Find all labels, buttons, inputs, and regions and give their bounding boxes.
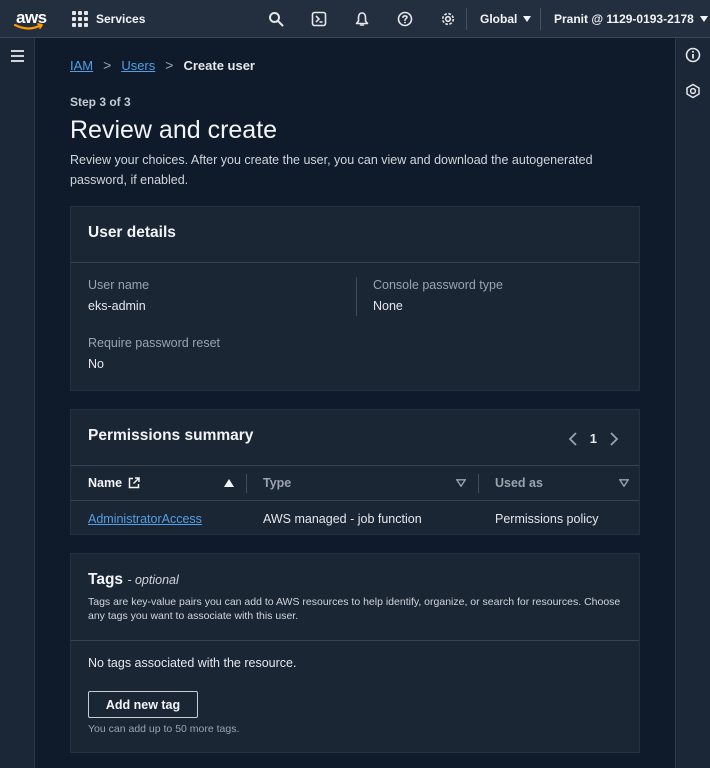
search-icon bbox=[268, 12, 283, 27]
help-icon bbox=[397, 11, 412, 27]
breadcrumb-users-link[interactable]: Users bbox=[121, 58, 155, 73]
help-button[interactable] bbox=[383, 0, 426, 38]
feedback-icon[interactable] bbox=[685, 83, 701, 99]
user-details-title: User details bbox=[88, 224, 176, 241]
tags-panel: Tags - optional Tags are key-value pairs… bbox=[70, 553, 640, 753]
column-label: Used as bbox=[495, 476, 543, 490]
policy-name-cell: AdministratorAccess bbox=[88, 512, 202, 526]
region-label: Global bbox=[480, 12, 518, 26]
left-navigation-rail bbox=[0, 38, 35, 768]
user-details-panel: User details User name eks-admin Console… bbox=[70, 206, 640, 391]
chevron-right-icon: > bbox=[103, 57, 112, 73]
chevron-right-icon: > bbox=[165, 57, 174, 73]
breadcrumb-iam-link[interactable]: IAM bbox=[70, 58, 93, 73]
column-divider bbox=[356, 277, 357, 316]
external-link-icon bbox=[128, 477, 140, 489]
tags-description: Tags are key-value pairs you can add to … bbox=[88, 596, 621, 622]
aws-logo[interactable]: aws bbox=[14, 4, 58, 34]
divider bbox=[71, 640, 639, 641]
policy-used-as-cell: Permissions policy bbox=[495, 512, 599, 526]
apps-grid-icon bbox=[72, 10, 88, 27]
services-label: Services bbox=[96, 11, 146, 26]
add-new-tag-button[interactable]: Add new tag bbox=[88, 691, 198, 718]
permissions-summary-panel: Permissions summary 1 Name Type Used as … bbox=[70, 409, 640, 535]
settings-icon bbox=[441, 12, 454, 26]
main-content: IAM > Users > Create user Step 3 of 3 Re… bbox=[36, 38, 675, 768]
no-tags-message: No tags associated with the resource. bbox=[88, 656, 297, 670]
sort-descending-icon bbox=[619, 479, 629, 487]
tags-title-text: Tags bbox=[88, 571, 124, 588]
table-header: Name Type Used as bbox=[71, 465, 639, 501]
column-header-name[interactable]: Name bbox=[88, 465, 238, 501]
sort-descending-icon bbox=[456, 479, 466, 487]
column-divider bbox=[478, 474, 479, 493]
policy-link[interactable]: AdministratorAccess bbox=[88, 512, 202, 526]
column-divider bbox=[246, 474, 247, 493]
breadcrumb-current: Create user bbox=[183, 57, 255, 73]
user-name-label: User name bbox=[88, 278, 150, 292]
region-selector[interactable]: Global bbox=[480, 0, 532, 38]
chevron-right-icon[interactable] bbox=[609, 431, 619, 446]
cloudshell-icon bbox=[311, 11, 326, 27]
account-label: Pranit @ 1129-0193-2178 bbox=[554, 12, 694, 26]
tags-title: Tags - optional bbox=[88, 571, 179, 589]
step-indicator: Step 3 of 3 bbox=[70, 95, 131, 109]
console-password-type-label: Console password type bbox=[373, 278, 503, 292]
nav-divider bbox=[466, 8, 467, 30]
caret-down-icon bbox=[523, 16, 532, 22]
tags-limit-hint: You can add up to 50 more tags. bbox=[88, 723, 240, 735]
nav-divider bbox=[540, 8, 541, 30]
top-navigation-bar: aws Services Global Pranit @ 1129-0193-2… bbox=[0, 0, 710, 38]
user-name-value: eks-admin bbox=[88, 299, 146, 313]
column-header-used-as[interactable]: Used as bbox=[495, 465, 630, 501]
tags-optional-label: - optional bbox=[127, 573, 179, 587]
settings-button[interactable] bbox=[426, 0, 469, 38]
cloudshell-button[interactable] bbox=[297, 0, 340, 38]
info-icon[interactable] bbox=[685, 47, 701, 63]
user-details-body: User name eks-admin Console password typ… bbox=[71, 263, 639, 391]
page-number[interactable]: 1 bbox=[590, 431, 597, 446]
permissions-summary-title: Permissions summary bbox=[88, 427, 254, 444]
services-menu-button[interactable]: Services bbox=[72, 0, 145, 38]
page-title: Review and create bbox=[70, 116, 278, 144]
sort-ascending-icon bbox=[224, 479, 234, 487]
user-details-header: User details bbox=[71, 207, 639, 263]
require-password-reset-value: No bbox=[88, 357, 104, 371]
aws-smile-icon bbox=[14, 22, 43, 30]
pagination: 1 bbox=[568, 431, 619, 446]
require-password-reset-label: Require password reset bbox=[88, 336, 221, 350]
nav-icon-group bbox=[254, 0, 469, 38]
column-label: Name bbox=[88, 476, 123, 490]
page-description: Review your choices. After you create th… bbox=[70, 153, 593, 187]
menu-icon[interactable] bbox=[11, 50, 24, 65]
notifications-button[interactable] bbox=[340, 0, 383, 38]
right-tools-rail bbox=[675, 38, 710, 768]
console-password-type-value: None bbox=[373, 299, 403, 313]
chevron-left-icon[interactable] bbox=[568, 431, 578, 446]
account-menu[interactable]: Pranit @ 1129-0193-2178 bbox=[554, 0, 708, 38]
notifications-icon bbox=[355, 12, 368, 26]
column-header-type[interactable]: Type bbox=[263, 465, 468, 501]
column-label: Type bbox=[263, 476, 292, 490]
search-button[interactable] bbox=[254, 0, 297, 38]
policy-type-cell: AWS managed - job function bbox=[263, 512, 422, 526]
breadcrumb: IAM > Users > Create user bbox=[70, 57, 255, 73]
caret-down-icon bbox=[699, 16, 708, 22]
